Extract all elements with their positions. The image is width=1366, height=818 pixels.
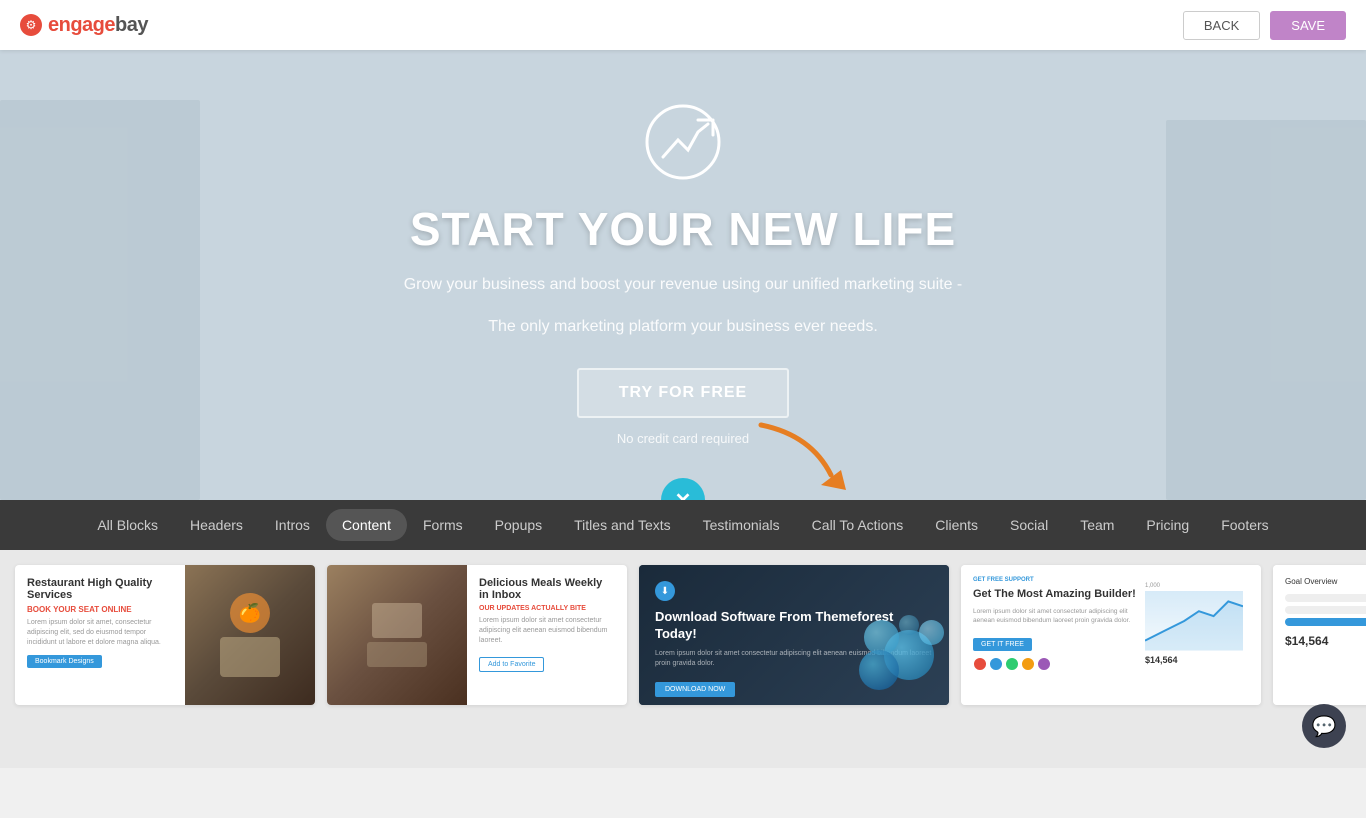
top-bar: ⚙ engagebay BACK SAVE: [0, 0, 1366, 50]
nav-item-social[interactable]: Social: [994, 509, 1064, 541]
try-for-free-button[interactable]: TRY FOR FREE: [577, 368, 789, 418]
logo: ⚙ engagebay: [20, 14, 148, 37]
hero-castle-right: [1166, 120, 1366, 500]
card2-title: Delicious Meals Weekly in Inbox: [479, 577, 615, 601]
card4-cta: GET IT FREE: [973, 638, 1032, 651]
nav-item-testimonials[interactable]: Testimonials: [687, 509, 796, 541]
nav-item-headers[interactable]: Headers: [174, 509, 259, 541]
nav-item-content[interactable]: Content: [326, 509, 407, 541]
card3-icon: ⬇: [655, 581, 675, 601]
nav-item-team[interactable]: Team: [1064, 509, 1130, 541]
templates-section: Restaurant High Quality Services BOOK YO…: [0, 550, 1366, 768]
template-card-builder[interactable]: GET FREE SUPPORT Get The Most Amazing Bu…: [961, 565, 1261, 705]
card4-avatars: [973, 657, 1139, 671]
card4-badge: GET FREE SUPPORT: [973, 577, 1139, 583]
arrow-indicator: [751, 415, 871, 500]
hero-subtitle-line1: Grow your business and boost your revenu…: [404, 272, 963, 298]
nav-item-clients[interactable]: Clients: [919, 509, 994, 541]
nav-item-pricing[interactable]: Pricing: [1130, 509, 1205, 541]
card1-title: Restaurant High Quality Services: [27, 577, 173, 601]
hero-logo-icon: [643, 102, 723, 182]
card5-header-left: Goal Overview: [1285, 577, 1337, 586]
nav-item-popups[interactable]: Popups: [479, 509, 558, 541]
card3-cta: DOWNLOAD NOW: [655, 682, 735, 697]
save-button[interactable]: SAVE: [1270, 11, 1346, 40]
template-card-meals[interactable]: Delicious Meals Weekly in Inbox OUR UPDA…: [327, 565, 627, 705]
back-button[interactable]: BACK: [1183, 11, 1260, 40]
nav-item-titles-texts[interactable]: Titles and Texts: [558, 509, 687, 541]
hero-subtitle-line2: The only marketing platform your busines…: [404, 314, 963, 340]
chat-widget[interactable]: 💬: [1302, 704, 1346, 748]
hero-content: START YOUR NEW LIFE Grow your business a…: [404, 102, 963, 447]
card2-subtitle: OUR UPDATES ACTUALLY BITE: [479, 605, 615, 612]
card1-image: 🍊: [185, 565, 315, 705]
card4-title: Get The Most Amazing Builder!: [973, 587, 1139, 601]
nav-item-all-blocks[interactable]: All Blocks: [81, 509, 174, 541]
template-card-restaurant[interactable]: Restaurant High Quality Services BOOK YO…: [15, 565, 315, 705]
card2-image: [327, 565, 467, 705]
hero-section: START YOUR NEW LIFE Grow your business a…: [0, 50, 1366, 500]
card1-cta: Bookmark Designs: [27, 655, 102, 668]
card1-text: Lorem ipsum dolor sit amet, consectetur …: [27, 618, 173, 647]
card3-spheres: [824, 580, 949, 705]
chat-icon: 💬: [1312, 714, 1337, 739]
template-card-software[interactable]: ⬇ Download Software From Themeforest Tod…: [639, 565, 949, 705]
hero-note: No credit card required: [617, 431, 749, 446]
logo-text: engagebay: [48, 14, 148, 37]
nav-item-footers[interactable]: Footers: [1205, 509, 1284, 541]
hero-castle-left: [0, 100, 200, 500]
card2-cta: Add to Favorite: [479, 657, 544, 672]
card2-text: Lorem ipsum dolor sit amet consectetur a…: [479, 616, 615, 645]
nav-item-forms[interactable]: Forms: [407, 509, 479, 541]
card1-subtitle: BOOK YOUR SEAT ONLINE: [27, 605, 173, 614]
template-card-dashboard[interactable]: Goal Overview ... $14,564: [1273, 565, 1366, 705]
nav-item-intros[interactable]: Intros: [259, 509, 326, 541]
card5-text: $14,564: [1285, 594, 1366, 648]
svg-text:⚙: ⚙: [26, 18, 37, 32]
close-icon: ✕: [675, 488, 692, 501]
nav-item-call-to-actions[interactable]: Call To Actions: [796, 509, 920, 541]
nav-bar: All Blocks Headers Intros Content Forms …: [0, 500, 1366, 550]
card5-header: Goal Overview ...: [1285, 577, 1366, 586]
hero-title: START YOUR NEW LIFE: [404, 202, 963, 256]
card4-amount: $14,564: [1145, 655, 1243, 665]
top-buttons: BACK SAVE: [1183, 11, 1346, 40]
card4-text: Lorem ipsum dolor sit amet consectetur a…: [973, 607, 1139, 625]
